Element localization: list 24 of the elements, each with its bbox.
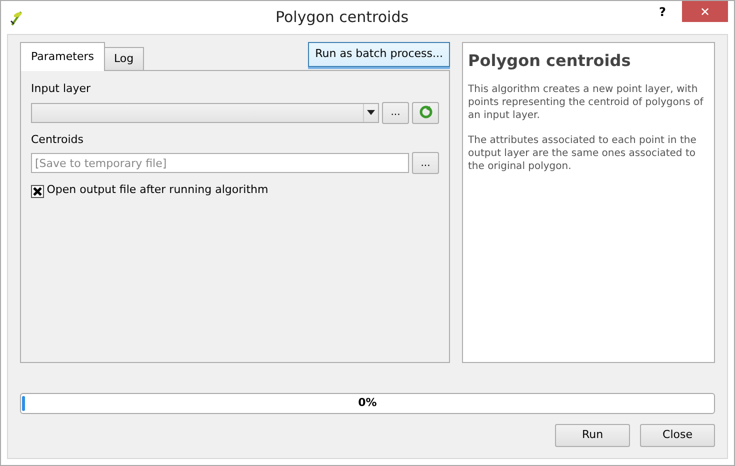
window-title: Polygon centroids bbox=[274, 7, 410, 28]
help-paragraph: The attributes associated to each point in the output layer are the same ones associated to the original polygon. bbox=[468, 134, 698, 173]
checkbox[interactable] bbox=[31, 184, 44, 197]
dialog-button[interactable]: Run bbox=[555, 424, 630, 447]
caret-icon bbox=[363, 104, 378, 122]
field-label: Input layer bbox=[31, 81, 92, 97]
refresh-icon bbox=[418, 105, 432, 120]
refresh-button[interactable] bbox=[412, 102, 439, 124]
help-button[interactable]: ? bbox=[659, 3, 666, 21]
close-button[interactable]: ✕ bbox=[682, 1, 728, 22]
help-title: Polygon centroids bbox=[468, 50, 632, 72]
dialog-button[interactable]: Close bbox=[640, 424, 715, 447]
progress-reading: 0% bbox=[358, 395, 377, 412]
browse-button[interactable]: ... bbox=[382, 102, 409, 124]
help-paragraph: This algorithm creates a new point layer, with points representing the centroid of polygons of an input layer. bbox=[468, 83, 704, 122]
checkbox-label: Open output file after running algorithm bbox=[46, 182, 268, 198]
app-icon bbox=[9, 8, 25, 26]
output-field[interactable]: [Save to temporary file] bbox=[31, 153, 409, 173]
tab[interactable]: Log bbox=[104, 46, 144, 70]
field-label: Centroids bbox=[31, 132, 85, 148]
batch-process-button[interactable]: Run as batch process... bbox=[308, 42, 450, 66]
layer-dropdown[interactable] bbox=[31, 102, 379, 122]
tab[interactable]: Parameters bbox=[20, 42, 105, 71]
browse-button[interactable]: ... bbox=[412, 152, 439, 174]
